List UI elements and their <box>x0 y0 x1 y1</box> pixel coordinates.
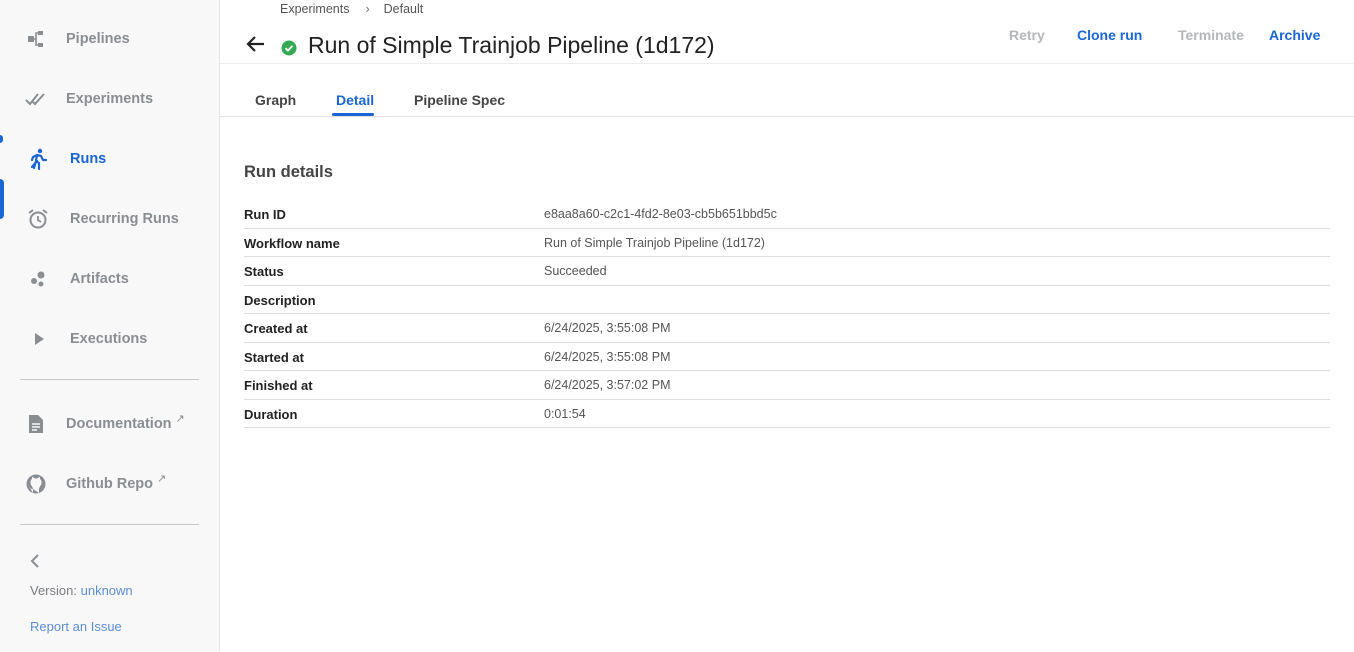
sidebar-item-pipelines[interactable]: Pipelines <box>0 19 220 59</box>
sidebar-divider <box>20 524 199 525</box>
detail-key: Duration <box>244 406 298 422</box>
external-link-icon: ↗ <box>175 413 185 425</box>
detail-value: Run of Simple Trainjob Pipeline (1d172) <box>544 235 765 250</box>
header-divider <box>220 63 1354 64</box>
detail-key: Created at <box>244 321 308 336</box>
page-title: Run of Simple Trainjob Pipeline (1d172) <box>308 32 715 58</box>
sidebar-item-github-repo[interactable]: Github Repo ↗ <box>0 464 220 504</box>
version-label: Version: <box>30 583 77 598</box>
report-issue-link[interactable]: Report an Issue <box>30 619 122 634</box>
play-icon <box>26 327 50 351</box>
version-info: Version: unknown <box>30 583 133 598</box>
version-link[interactable]: unknown <box>81 583 133 598</box>
section-title: Run details <box>244 163 333 181</box>
github-icon <box>24 472 48 496</box>
sidebar-item-documentation[interactable]: Documentation ↗ <box>0 404 220 444</box>
sidebar-item-label: Experiments <box>66 91 154 107</box>
sidebar-item-label: Github Repo <box>66 476 153 492</box>
detail-row: Run ID e8aa8a60-c2c1-4fd2-8e03-cb5b651bbd… <box>244 200 1330 229</box>
sidebar-divider <box>20 379 199 380</box>
terminate-button[interactable]: Terminate <box>1178 27 1244 43</box>
experiments-icon <box>24 87 48 111</box>
alarm-icon <box>26 207 50 231</box>
collapse-sidebar-button[interactable] <box>24 552 46 574</box>
detail-row: Workflow name Run of Simple Trainjob Pipe… <box>244 229 1330 257</box>
detail-row: Description <box>244 286 1330 314</box>
sidebar-item-runs[interactable]: Runs <box>0 139 220 179</box>
detail-value: 6/24/2025, 3:55:08 PM <box>544 349 671 364</box>
tab-detail[interactable]: Detail <box>336 92 374 108</box>
artifacts-icon <box>26 267 50 291</box>
detail-value: 6/24/2025, 3:57:02 PM <box>544 378 671 392</box>
breadcrumb-default[interactable]: Default <box>384 2 424 16</box>
document-icon <box>24 412 48 436</box>
back-button[interactable] <box>244 34 268 58</box>
runs-icon <box>26 147 50 171</box>
sidebar-item-executions[interactable]: Executions <box>0 319 220 359</box>
sidebar-item-artifacts[interactable]: Artifacts <box>0 259 220 299</box>
detail-value: 6/24/2025, 3:55:08 PM <box>544 321 671 335</box>
archive-button[interactable]: Archive <box>1269 27 1320 43</box>
detail-row: Started at 6/24/2025, 3:55:08 PM <box>244 343 1330 371</box>
tab-graph[interactable]: Graph <box>255 92 296 108</box>
breadcrumb: Experiments › Default <box>280 2 423 16</box>
detail-value: Succeeded <box>544 264 607 278</box>
sidebar-item-experiments[interactable]: Experiments <box>0 79 220 119</box>
detail-key: Run ID <box>244 207 286 222</box>
pipelines-icon <box>24 27 48 51</box>
breadcrumb-experiments[interactable]: Experiments <box>280 2 349 16</box>
external-link-icon: ↗ <box>157 473 167 485</box>
detail-key: Workflow name <box>244 235 340 251</box>
sidebar-item-label: Executions <box>70 331 148 347</box>
success-status-icon <box>281 40 297 56</box>
sidebar-item-recurring-runs[interactable]: Recurring Runs <box>0 199 220 239</box>
sidebar-item-label: Pipelines <box>66 31 130 47</box>
chevron-left-icon <box>29 553 41 573</box>
detail-row: Status Succeeded <box>244 257 1330 286</box>
tab-pipeline-spec[interactable]: Pipeline Spec <box>414 92 505 108</box>
clone-run-button[interactable]: Clone run <box>1077 27 1142 43</box>
detail-key: Description <box>244 292 316 308</box>
breadcrumb-separator-icon: › <box>365 2 370 16</box>
tabs-divider <box>220 116 1354 117</box>
detail-key: Status <box>244 264 284 279</box>
retry-button[interactable]: Retry <box>1009 27 1045 43</box>
detail-key: Started at <box>244 349 304 365</box>
arrow-back-icon <box>246 34 266 59</box>
sidebar-item-label: Documentation <box>66 416 172 432</box>
detail-row: Duration 0:01:54 <box>244 400 1330 428</box>
details-table: Run ID e8aa8a60-c2c1-4fd2-8e03-cb5b651bbd… <box>244 200 1330 428</box>
detail-value: 0:01:54 <box>544 406 586 421</box>
detail-row: Created at 6/24/2025, 3:55:08 PM <box>244 314 1330 343</box>
sidebar: Pipelines Experiments Runs Recurring Run… <box>0 0 220 652</box>
sidebar-item-label: Runs <box>70 151 107 167</box>
sidebar-item-label: Recurring Runs <box>70 211 179 227</box>
detail-value: e8aa8a60-c2c1-4fd2-8e03-cb5b651bbd5c <box>544 207 777 221</box>
detail-key: Finished at <box>244 378 313 393</box>
sidebar-item-label: Artifacts <box>70 271 129 287</box>
detail-row: Finished at 6/24/2025, 3:57:02 PM <box>244 371 1330 400</box>
